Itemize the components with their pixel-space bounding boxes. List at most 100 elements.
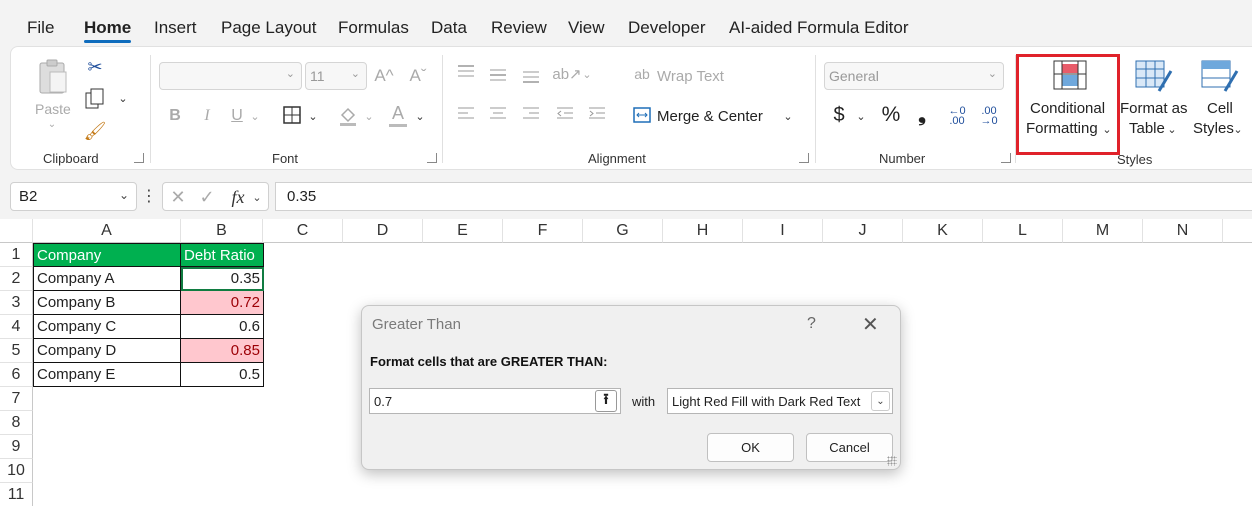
number-format-combo[interactable]: General ⌄ — [824, 62, 1004, 90]
align-top-icon[interactable] — [455, 61, 477, 83]
chevron-down-icon[interactable]: ⌄ — [251, 188, 263, 206]
table-cell-company[interactable]: Company E — [33, 363, 181, 387]
chevron-down-icon[interactable]: ⌄ — [1167, 121, 1177, 137]
cancel-button[interactable]: Cancel — [806, 433, 893, 462]
tab-developer[interactable]: Developer — [628, 18, 706, 38]
increase-indent-icon[interactable] — [586, 103, 608, 125]
comma-style-icon[interactable]: ❟ — [912, 103, 932, 127]
row-header[interactable]: 7 — [0, 387, 33, 411]
format-as-table-icon[interactable] — [1134, 59, 1174, 93]
cut-icon[interactable]: ✂ — [84, 55, 106, 79]
increase-decimal-icon[interactable]: ←0.00 — [945, 103, 969, 129]
tab-view[interactable]: View — [568, 18, 605, 38]
table-cell-company[interactable]: Company D — [33, 339, 181, 363]
font-color-icon[interactable]: A — [387, 102, 409, 128]
align-left-icon[interactable] — [455, 103, 477, 125]
resize-grip-icon[interactable] — [887, 456, 897, 466]
table-cell-debt-ratio-highlighted[interactable]: 0.85 — [181, 339, 264, 363]
wrap-text-label[interactable]: Wrap Text — [657, 68, 724, 85]
more-options-icon[interactable]: ⋮ — [141, 185, 157, 207]
wrap-text-icon[interactable]: ab — [632, 64, 652, 84]
tab-ai-formula-editor[interactable]: AI-aided Formula Editor — [729, 18, 909, 38]
format-as-table-label-1[interactable]: Format as — [1120, 100, 1188, 117]
tab-insert[interactable]: Insert — [154, 18, 197, 38]
copy-icon[interactable] — [83, 87, 107, 111]
row-header[interactable]: 2 — [0, 267, 33, 291]
align-center-icon[interactable] — [487, 103, 509, 125]
insert-function-icon[interactable]: fx — [227, 185, 249, 209]
column-header[interactable]: K — [903, 219, 983, 243]
orientation-icon[interactable]: ab↗ — [552, 63, 581, 85]
font-size-combo[interactable]: 11 ⌄ — [305, 62, 367, 90]
percent-icon[interactable]: % — [879, 103, 903, 127]
cell-styles-label-2[interactable]: Styles — [1193, 120, 1234, 137]
row-header[interactable]: 11 — [0, 483, 33, 506]
paste-label[interactable]: Paste — [35, 101, 71, 117]
decrease-decimal-icon[interactable]: .00 →0 — [977, 103, 1001, 129]
format-painter-icon[interactable]: 🖌 — [83, 119, 107, 143]
font-name-combo[interactable]: ⌄ — [159, 62, 302, 90]
tab-formulas[interactable]: Formulas — [338, 18, 409, 38]
row-header[interactable]: 5 — [0, 339, 33, 363]
decrease-indent-icon[interactable] — [554, 103, 576, 125]
underline-icon[interactable]: U — [228, 105, 246, 127]
number-launcher-icon[interactable] — [1001, 153, 1011, 163]
font-launcher-icon[interactable] — [427, 153, 437, 163]
italic-icon[interactable]: I — [198, 105, 216, 127]
column-header[interactable]: E — [423, 219, 503, 243]
decrease-font-icon[interactable]: Aˇ — [407, 65, 429, 87]
range-picker-icon[interactable]: ⭱ — [595, 390, 617, 412]
column-header[interactable] — [1223, 219, 1252, 243]
chevron-down-icon[interactable]: ⌄ — [414, 107, 426, 125]
help-icon[interactable]: ? — [807, 315, 816, 333]
chevron-down-icon[interactable]: ⌄ — [363, 107, 375, 125]
name-box[interactable]: B2 ⌄ — [10, 182, 137, 211]
table-cell-company[interactable]: Company A — [33, 267, 181, 291]
threshold-input[interactable]: 0.7 — [369, 388, 621, 414]
table-cell-company[interactable]: Company B — [33, 291, 181, 315]
confirm-entry-icon[interactable]: ✓ — [197, 186, 217, 208]
column-header[interactable]: G — [583, 219, 663, 243]
merge-center-icon[interactable] — [632, 105, 652, 125]
column-header[interactable]: H — [663, 219, 743, 243]
merge-center-label[interactable]: Merge & Center — [657, 108, 763, 125]
copy-chevron-icon[interactable]: ⌄ — [117, 91, 129, 105]
chevron-down-icon[interactable]: ⌄ — [581, 65, 593, 83]
align-middle-icon[interactable] — [487, 63, 509, 85]
tab-review[interactable]: Review — [491, 18, 547, 38]
table-header-debt-ratio[interactable]: Debt Ratio — [181, 243, 264, 267]
chevron-down-icon[interactable]: ⌄ — [249, 107, 261, 125]
column-header[interactable]: F — [503, 219, 583, 243]
table-cell-debt-ratio-highlighted[interactable]: 0.72 — [181, 291, 264, 315]
row-header[interactable]: 4 — [0, 315, 33, 339]
table-header-company[interactable]: Company — [33, 243, 181, 267]
tab-home[interactable]: Home — [84, 18, 132, 43]
row-header[interactable]: 10 — [0, 459, 33, 483]
format-as-table-label-2[interactable]: Table — [1129, 120, 1165, 137]
chevron-down-icon[interactable]: ⌄ — [307, 107, 319, 125]
bold-icon[interactable]: B — [166, 105, 184, 127]
cell-styles-label-1[interactable]: Cell — [1207, 100, 1233, 117]
paste-chevron-icon[interactable]: ⌄ — [47, 119, 57, 130]
row-header[interactable]: 1 — [0, 243, 33, 267]
chevron-down-icon[interactable]: ⌄ — [782, 107, 794, 125]
select-all-corner[interactable] — [0, 219, 33, 243]
tab-file[interactable]: File — [27, 18, 54, 38]
table-cell-debt-ratio-selected[interactable]: 0.35 — [181, 267, 264, 291]
row-header[interactable]: 6 — [0, 363, 33, 387]
fill-color-icon[interactable] — [337, 104, 359, 128]
alignment-launcher-icon[interactable] — [799, 153, 809, 163]
increase-font-icon[interactable]: A^ — [373, 65, 395, 87]
chevron-down-icon[interactable]: ⌄ — [1233, 121, 1243, 137]
align-bottom-icon[interactable] — [520, 65, 542, 87]
row-header[interactable]: 3 — [0, 291, 33, 315]
tab-page-layout[interactable]: Page Layout — [221, 18, 316, 38]
table-cell-company[interactable]: Company C — [33, 315, 181, 339]
cell-styles-icon[interactable] — [1200, 59, 1240, 93]
paste-icon[interactable] — [35, 57, 71, 97]
currency-icon[interactable]: $ — [829, 103, 849, 127]
borders-icon[interactable] — [281, 104, 303, 126]
clipboard-launcher-icon[interactable] — [134, 153, 144, 163]
table-cell-debt-ratio[interactable]: 0.5 — [181, 363, 264, 387]
align-right-icon[interactable] — [520, 103, 542, 125]
